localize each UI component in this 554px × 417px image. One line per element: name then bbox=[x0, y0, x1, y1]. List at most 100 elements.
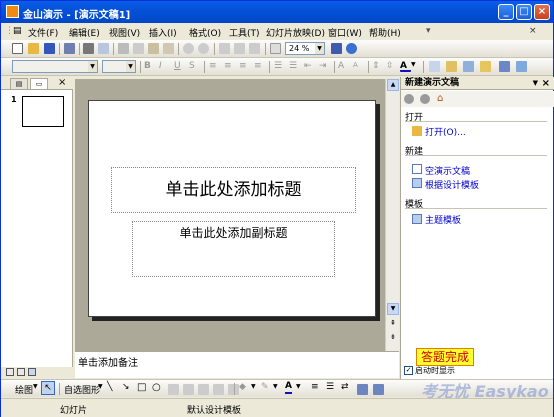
app-icon[interactable] bbox=[6, 5, 19, 18]
scroll-up-icon[interactable]: ▲ bbox=[387, 79, 399, 91]
draw-font-color-dropdown-icon[interactable]: ▼ bbox=[296, 383, 301, 390]
rectangle-icon[interactable]: □ bbox=[137, 382, 146, 393]
wordart-icon[interactable] bbox=[198, 384, 209, 395]
menu-edit[interactable]: 编辑(E) bbox=[69, 26, 100, 39]
next-slide-icon[interactable]: ⇟ bbox=[387, 333, 399, 345]
oval-icon[interactable]: ○ bbox=[152, 382, 161, 393]
find-icon[interactable] bbox=[331, 43, 342, 54]
decrease-indent-icon[interactable]: ⇤ bbox=[304, 61, 315, 72]
line-spacing-icon[interactable]: ⇕ bbox=[372, 61, 383, 72]
font-color-icon[interactable]: A bbox=[400, 61, 411, 72]
vertical-scrollbar[interactable]: ▲ ▼ ⇞ ⇟ bbox=[385, 79, 399, 351]
slide-background-icon[interactable] bbox=[480, 61, 491, 72]
animation-icon[interactable] bbox=[516, 61, 527, 72]
menu-view[interactable]: 视图(V) bbox=[109, 26, 140, 39]
tab-outline[interactable]: ▤ bbox=[10, 78, 28, 90]
increase-indent-icon[interactable]: ⇥ bbox=[319, 61, 330, 72]
subtitle-placeholder[interactable]: 单击此处添加副标题 bbox=[132, 221, 335, 277]
shadow-icon[interactable] bbox=[357, 384, 368, 395]
3d-icon[interactable] bbox=[373, 384, 384, 395]
copy-icon[interactable] bbox=[133, 43, 144, 54]
task-pane-menu-icon[interactable]: ▼ bbox=[533, 77, 538, 90]
italic-icon[interactable]: I bbox=[159, 61, 170, 72]
font-color-dropdown-icon[interactable]: ▼ bbox=[411, 61, 422, 72]
slide-sorter-icon[interactable] bbox=[17, 368, 25, 376]
paste-icon[interactable] bbox=[148, 43, 159, 54]
grow-font-icon[interactable]: A bbox=[338, 61, 349, 72]
slideshow-icon[interactable] bbox=[499, 61, 510, 72]
format-painter-icon[interactable] bbox=[163, 43, 174, 54]
line-icon[interactable]: ╲ bbox=[107, 382, 112, 392]
theme-template-link[interactable]: 主题模板 bbox=[425, 213, 461, 226]
help-icon[interactable] bbox=[346, 43, 357, 54]
slideshow-view-icon[interactable] bbox=[28, 368, 36, 376]
tab-slides[interactable]: ▭ bbox=[30, 78, 48, 90]
draw-dropdown-icon[interactable]: ▼ bbox=[33, 383, 38, 390]
line-color-icon[interactable]: ✎ bbox=[261, 382, 269, 392]
fill-color-icon[interactable]: ◆ bbox=[239, 382, 246, 392]
slide-thumbnail[interactable] bbox=[22, 96, 64, 127]
insert-picture-icon[interactable] bbox=[249, 43, 260, 54]
show-on-startup-checkbox[interactable]: ✓ bbox=[404, 366, 413, 375]
draw-font-color-icon[interactable]: A bbox=[285, 381, 292, 394]
back-icon[interactable] bbox=[404, 94, 414, 104]
home-icon[interactable]: ⌂ bbox=[437, 93, 443, 104]
slide-layout-icon[interactable] bbox=[463, 61, 474, 72]
insert-table-icon[interactable] bbox=[234, 43, 245, 54]
cut-icon[interactable] bbox=[118, 43, 129, 54]
menu-file[interactable]: 文件(F) bbox=[28, 26, 58, 39]
arrow-style-icon[interactable]: ⇄ bbox=[341, 382, 349, 392]
previous-slide-icon[interactable]: ⇞ bbox=[387, 319, 399, 331]
menu-tools[interactable]: 工具(T) bbox=[229, 26, 260, 39]
print-preview-icon[interactable] bbox=[98, 43, 109, 54]
scroll-down-icon[interactable]: ▼ bbox=[387, 303, 399, 315]
shrink-font-icon[interactable]: A bbox=[353, 61, 364, 72]
new-blank-link[interactable]: 空演示文稿 bbox=[425, 164, 470, 177]
insert-chart-icon[interactable] bbox=[219, 43, 230, 54]
numbering-icon[interactable]: ☰ bbox=[274, 61, 285, 72]
forward-icon[interactable] bbox=[420, 94, 430, 104]
undo-icon[interactable] bbox=[183, 43, 194, 54]
slide-design-icon[interactable] bbox=[429, 61, 440, 72]
new-from-template-link[interactable]: 根据设计模板 bbox=[425, 178, 479, 191]
maximize-button[interactable]: □ bbox=[516, 4, 532, 20]
close-panel-icon[interactable]: × bbox=[58, 77, 66, 88]
draw-menu[interactable]: 绘图 bbox=[15, 383, 33, 396]
autoshape-menu[interactable]: 自选图形 bbox=[64, 383, 100, 396]
mail-icon[interactable] bbox=[64, 43, 75, 54]
save-icon[interactable] bbox=[44, 43, 55, 54]
dash-style-icon[interactable]: ☰ bbox=[326, 382, 334, 392]
underline-icon[interactable]: U bbox=[174, 61, 185, 72]
redo-icon[interactable] bbox=[198, 43, 209, 54]
open-link[interactable]: 打开(O)... bbox=[425, 125, 466, 138]
zoom-select[interactable]: 24 % ▼ bbox=[285, 42, 325, 55]
line-color-dropdown-icon[interactable]: ▼ bbox=[273, 383, 278, 390]
normal-view-icon[interactable] bbox=[6, 368, 14, 376]
align-center-icon[interactable]: ≡ bbox=[224, 61, 235, 72]
menu-insert[interactable]: 插入(I) bbox=[149, 26, 177, 39]
menu-window[interactable]: 窗口(W) bbox=[328, 26, 362, 39]
slide[interactable]: 单击此处添加标题 单击此处添加副标题 bbox=[88, 100, 376, 317]
vertical-textbox-icon[interactable] bbox=[183, 384, 194, 395]
open-icon[interactable] bbox=[28, 43, 39, 54]
autoshape-dropdown-icon[interactable]: ▼ bbox=[98, 383, 103, 390]
menu-format[interactable]: 格式(O) bbox=[189, 26, 221, 39]
bullets-icon[interactable]: ☰ bbox=[289, 61, 300, 72]
new-slide-icon[interactable] bbox=[446, 61, 457, 72]
bold-icon[interactable]: B bbox=[144, 61, 155, 72]
textbox-icon[interactable] bbox=[168, 384, 179, 395]
line-style-icon[interactable]: ≡ bbox=[311, 382, 319, 392]
print-icon[interactable] bbox=[83, 43, 94, 54]
menu-slideshow[interactable]: 幻灯片放映(D) bbox=[266, 26, 325, 39]
task-pane-close-icon[interactable]: × bbox=[542, 77, 550, 90]
font-size-select[interactable]: ▼ bbox=[102, 60, 136, 73]
title-placeholder[interactable]: 单击此处添加标题 bbox=[111, 167, 356, 213]
arrow-icon[interactable]: ↘ bbox=[122, 382, 130, 392]
fill-color-dropdown-icon[interactable]: ▼ bbox=[251, 383, 256, 390]
align-right-icon[interactable]: ≡ bbox=[239, 61, 250, 72]
menu-close-icon[interactable]: × bbox=[529, 26, 537, 36]
shadow-text-icon[interactable]: S bbox=[189, 61, 200, 72]
close-button[interactable]: × bbox=[534, 4, 550, 20]
paragraph-spacing-icon[interactable]: ⇳ bbox=[386, 61, 397, 72]
align-left-icon[interactable]: ≡ bbox=[209, 61, 220, 72]
